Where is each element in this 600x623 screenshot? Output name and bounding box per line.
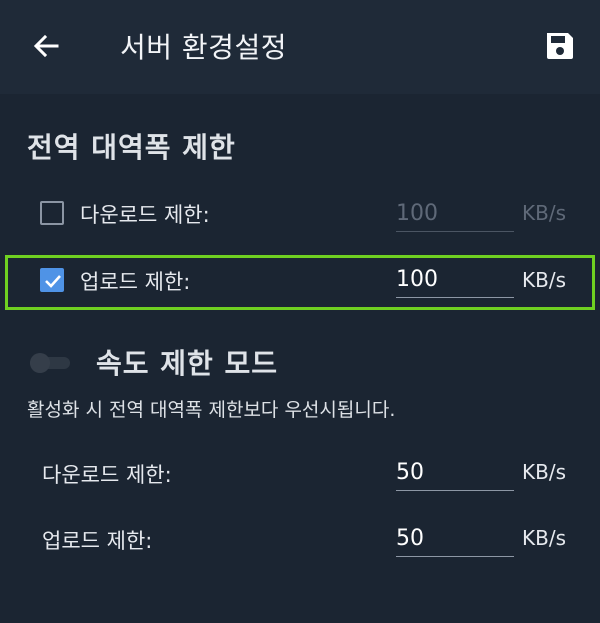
mode-download-input[interactable]: 50: [396, 455, 514, 491]
mode-download-label: 다운로드 제한:: [42, 463, 172, 487]
page-title: 서버 환경설정: [120, 31, 287, 64]
download-limit-input[interactable]: 100: [396, 196, 514, 232]
download-limit-checkbox[interactable]: [40, 201, 64, 225]
toggle-thumb: [30, 353, 50, 373]
mode-upload-row: 업로드 제한: 50 KB/s: [0, 509, 600, 569]
download-limit-label: 다운로드 제한:: [80, 203, 210, 227]
save-button[interactable]: [540, 28, 580, 68]
back-button[interactable]: [26, 28, 66, 68]
upload-limit-label: 업로드 제한:: [80, 270, 191, 294]
upload-limit-input[interactable]: 100: [396, 262, 514, 298]
mode-upload-label: 업로드 제한:: [42, 529, 153, 553]
upload-limit-row: 업로드 제한: 100 KB/s: [0, 250, 600, 310]
arrow-left-icon: [32, 32, 60, 64]
upload-limit-unit: KB/s: [522, 268, 566, 292]
check-icon: [45, 275, 61, 288]
mode-upload-unit: KB/s: [522, 526, 566, 550]
download-limit-row: 다운로드 제한: 100 KB/s: [0, 183, 600, 243]
global-limits-title: 전역 대역폭 제한: [27, 131, 236, 164]
mode-download-row: 다운로드 제한: 50 KB/s: [0, 443, 600, 503]
app-bar: 서버 환경설정: [0, 0, 600, 94]
download-limit-unit: KB/s: [522, 201, 566, 225]
floppy-disk-icon: [544, 30, 576, 66]
speed-mode-description: 활성화 시 전역 대역폭 제한보다 우선시됩니다.: [27, 399, 396, 421]
mode-download-unit: KB/s: [522, 460, 566, 484]
upload-limit-checkbox[interactable]: [40, 268, 64, 292]
speed-mode-toggle[interactable]: [30, 353, 76, 373]
mode-upload-input[interactable]: 50: [396, 521, 514, 557]
speed-mode-title: 속도 제한 모드: [96, 347, 279, 380]
